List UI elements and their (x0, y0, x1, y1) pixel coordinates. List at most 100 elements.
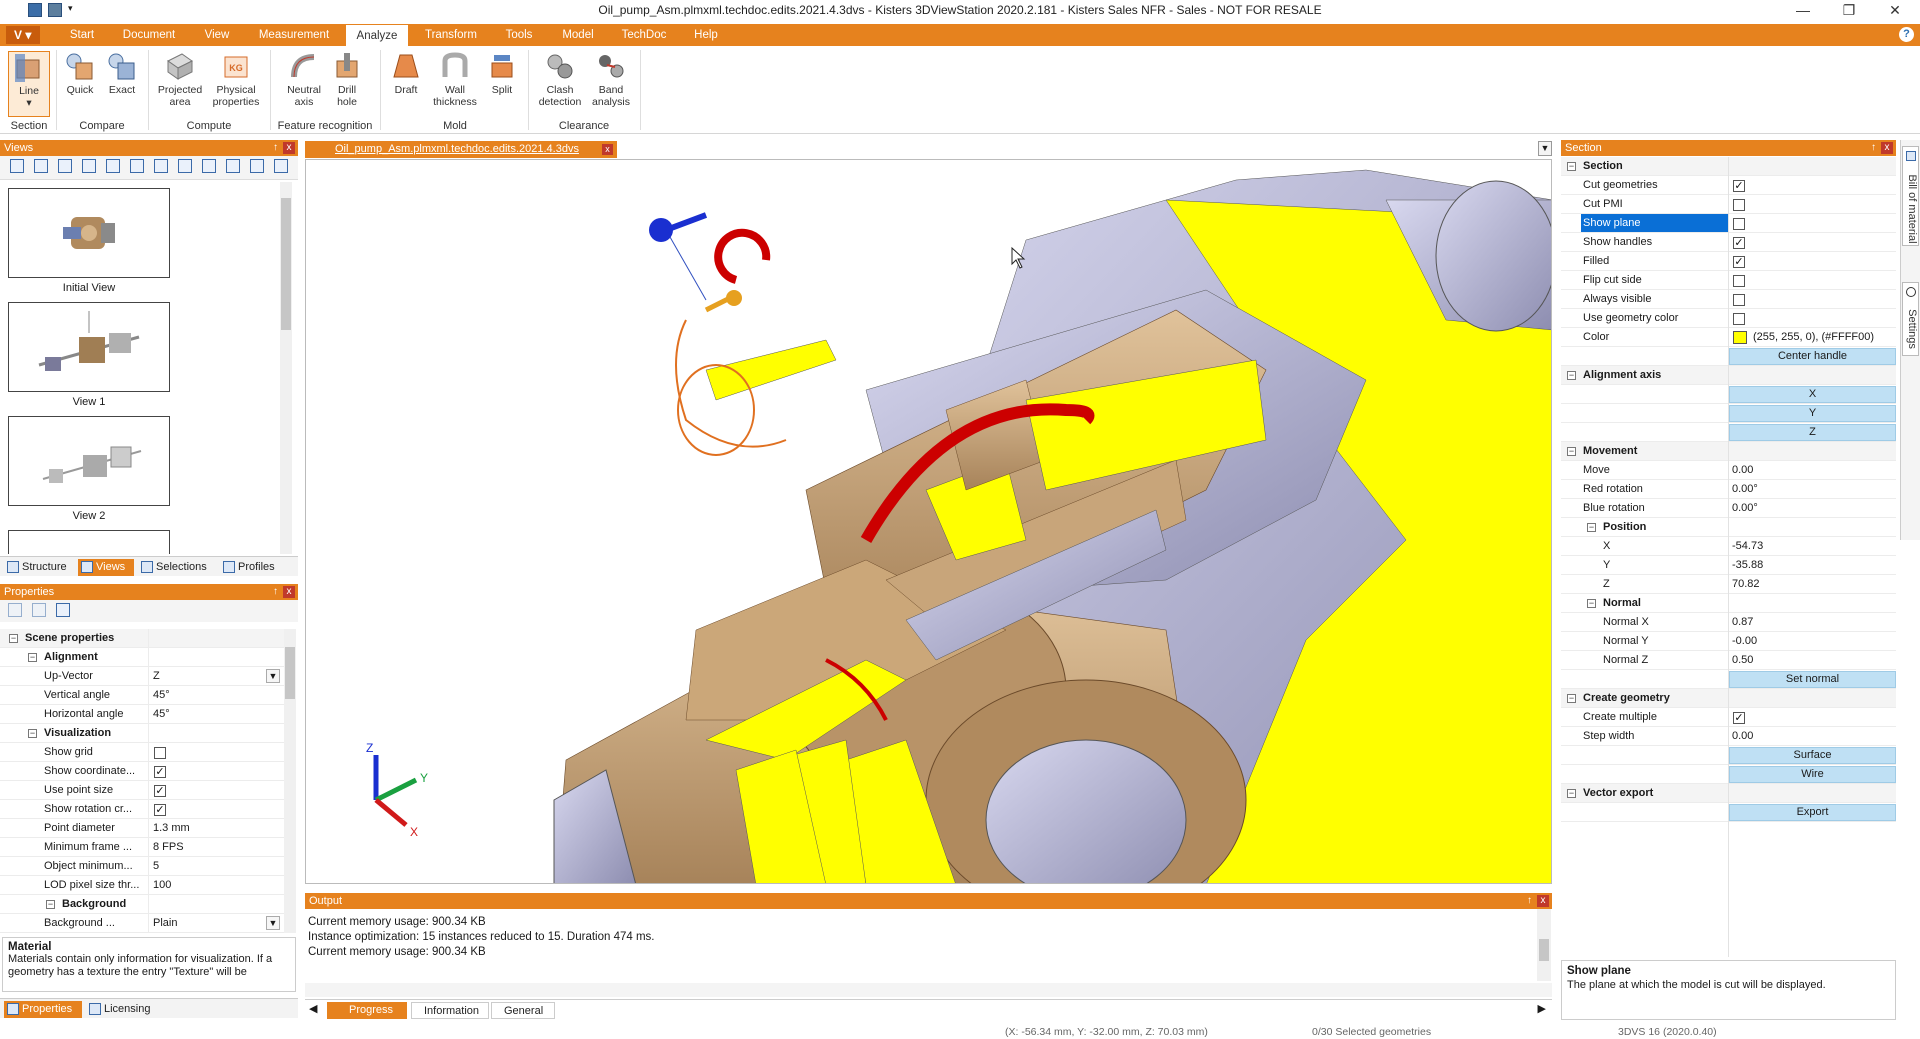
close-icon[interactable]: x (283, 586, 295, 598)
tab-profiles[interactable]: Profiles (220, 559, 286, 576)
section-action-button[interactable]: Surface (1729, 747, 1896, 764)
collapse-icon[interactable]: − (46, 900, 55, 909)
section-action-button[interactable]: Set normal (1729, 671, 1896, 688)
delete-view-icon[interactable] (82, 159, 96, 173)
view-thumbnail-3[interactable] (8, 530, 170, 554)
section-property-value[interactable]: 0.00 (1732, 727, 1753, 746)
section-property-value[interactable]: -35.88 (1732, 556, 1763, 575)
close-icon[interactable]: x (1881, 142, 1893, 154)
section-property-value[interactable]: 0.87 (1732, 613, 1753, 632)
section-property-value[interactable]: 0.00° (1732, 480, 1758, 499)
properties-scrollbar-thumb[interactable] (285, 647, 295, 699)
property-checkbox[interactable] (154, 747, 166, 759)
close-button[interactable]: ✕ (1872, 0, 1918, 22)
close-icon[interactable]: x (602, 144, 613, 155)
maximize-button[interactable]: ❐ (1826, 0, 1872, 22)
menu-start[interactable]: Start (58, 24, 106, 46)
document-tab[interactable]: Oil_pump_Asm.plmxml.techdoc.edits.2021.4… (305, 141, 617, 158)
export-view-icon[interactable] (226, 159, 240, 173)
minimize-button[interactable]: — (1780, 0, 1826, 22)
section-action-button[interactable]: Z (1729, 424, 1896, 441)
section-checkbox[interactable]: ✓ (1733, 180, 1745, 192)
property-value[interactable]: 45° (153, 686, 170, 705)
tab-information[interactable]: Information (411, 1002, 489, 1019)
app-menu-button[interactable]: V ▾ (6, 26, 40, 44)
view-thumbnail-initial[interactable] (8, 188, 170, 278)
menu-model[interactable]: Model (552, 24, 604, 46)
projected-area-button[interactable]: Projected area (152, 51, 208, 108)
property-row[interactable]: Show rotation cr... ✓ (0, 800, 284, 819)
property-row[interactable]: − Visualization (0, 724, 284, 743)
filter-icon[interactable] (56, 603, 70, 617)
3d-viewport[interactable]: Z Y X (305, 159, 1552, 884)
previous-view-icon[interactable] (106, 159, 120, 173)
home-view-icon[interactable] (10, 159, 24, 173)
menu-transform[interactable]: Transform (416, 24, 486, 46)
property-row[interactable]: Show grid (0, 743, 284, 762)
view-thumbnail-1[interactable] (8, 302, 170, 392)
color-swatch[interactable] (1733, 331, 1747, 344)
property-row[interactable]: Vertical angle 45° (0, 686, 284, 705)
section-checkbox[interactable] (1733, 313, 1745, 325)
property-row[interactable]: − Scene properties (0, 629, 284, 648)
capture-view-icon[interactable] (178, 159, 192, 173)
close-icon[interactable]: x (1537, 895, 1549, 907)
section-checkbox[interactable]: ✓ (1733, 256, 1745, 268)
menu-analyze[interactable]: Analyze (346, 24, 408, 46)
section-checkbox[interactable] (1733, 199, 1745, 211)
property-value[interactable]: 100 (153, 876, 171, 895)
section-color-value[interactable]: (255, 255, 0), (#FFFF00) (1753, 328, 1874, 347)
clash-detection-button[interactable]: Clash detection (534, 51, 586, 108)
loop-view-icon[interactable] (202, 159, 216, 173)
neutral-axis-button[interactable]: Neutral axis (280, 51, 328, 108)
side-tab-bill-of-material[interactable]: Bill of material (1902, 146, 1919, 246)
collapse-icon[interactable]: − (28, 729, 37, 738)
section-checkbox[interactable] (1733, 294, 1745, 306)
section-checkbox[interactable]: ✓ (1733, 712, 1745, 724)
pin-icon[interactable]: ↑ (273, 584, 278, 600)
collapse-icon[interactable]: − (1567, 694, 1576, 703)
tab-views[interactable]: Views (78, 559, 134, 576)
view-thumbnail-2[interactable] (8, 416, 170, 506)
pin-icon[interactable]: ↑ (1527, 893, 1532, 909)
more-view-icon[interactable] (274, 159, 288, 173)
property-checkbox[interactable]: ✓ (154, 804, 166, 816)
property-checkbox[interactable]: ✓ (154, 785, 166, 797)
section-checkbox[interactable] (1733, 218, 1745, 230)
collapse-icon[interactable]: − (1567, 447, 1576, 456)
menu-view[interactable]: View (192, 24, 242, 46)
settings-view-icon[interactable] (250, 159, 264, 173)
draft-button[interactable]: Draft (388, 51, 424, 96)
section-property-value[interactable]: -54.73 (1732, 537, 1763, 556)
menu-techdoc[interactable]: TechDoc (612, 24, 676, 46)
split-button[interactable]: Split (484, 51, 520, 96)
exact-compare-button[interactable]: Exact (104, 51, 140, 96)
properties-scrollbar[interactable] (284, 629, 296, 933)
property-value[interactable]: 8 FPS (153, 838, 184, 857)
section-checkbox[interactable]: ✓ (1733, 237, 1745, 249)
refresh-view-icon[interactable] (58, 159, 72, 173)
band-analysis-button[interactable]: Band analysis (586, 51, 636, 108)
next-view-icon[interactable] (154, 159, 168, 173)
property-value[interactable]: 1.3 mm (153, 819, 190, 838)
property-checkbox[interactable]: ✓ (154, 766, 166, 778)
property-row[interactable]: Up-Vector Z ▼ (0, 667, 284, 686)
menu-help[interactable]: Help (684, 24, 728, 46)
tabs-scroll-right-icon[interactable]: ▶ (1538, 1002, 1546, 1015)
physical-properties-button[interactable]: KG Physical properties (208, 51, 264, 108)
drill-hole-button[interactable]: Drill hole (328, 51, 366, 108)
chevron-down-icon[interactable]: ▼ (266, 916, 280, 930)
property-row[interactable]: LOD pixel size thr... 100 (0, 876, 284, 895)
output-scrollbar-thumb[interactable] (1539, 939, 1549, 961)
views-scrollbar[interactable] (280, 182, 292, 554)
pin-icon[interactable]: ↑ (1871, 140, 1876, 156)
collapse-icon[interactable]: − (9, 634, 18, 643)
menu-measurement[interactable]: Measurement (250, 24, 338, 46)
output-horizontal-scrollbar[interactable] (305, 983, 1552, 997)
menu-tools[interactable]: Tools (494, 24, 544, 46)
tab-properties[interactable]: Properties (4, 1001, 82, 1018)
document-list-dropdown-icon[interactable]: ▼ (1538, 141, 1552, 156)
sort-icon[interactable] (8, 603, 22, 617)
views-scrollbar-thumb[interactable] (281, 198, 291, 330)
section-property-value[interactable]: 0.00° (1732, 499, 1758, 518)
